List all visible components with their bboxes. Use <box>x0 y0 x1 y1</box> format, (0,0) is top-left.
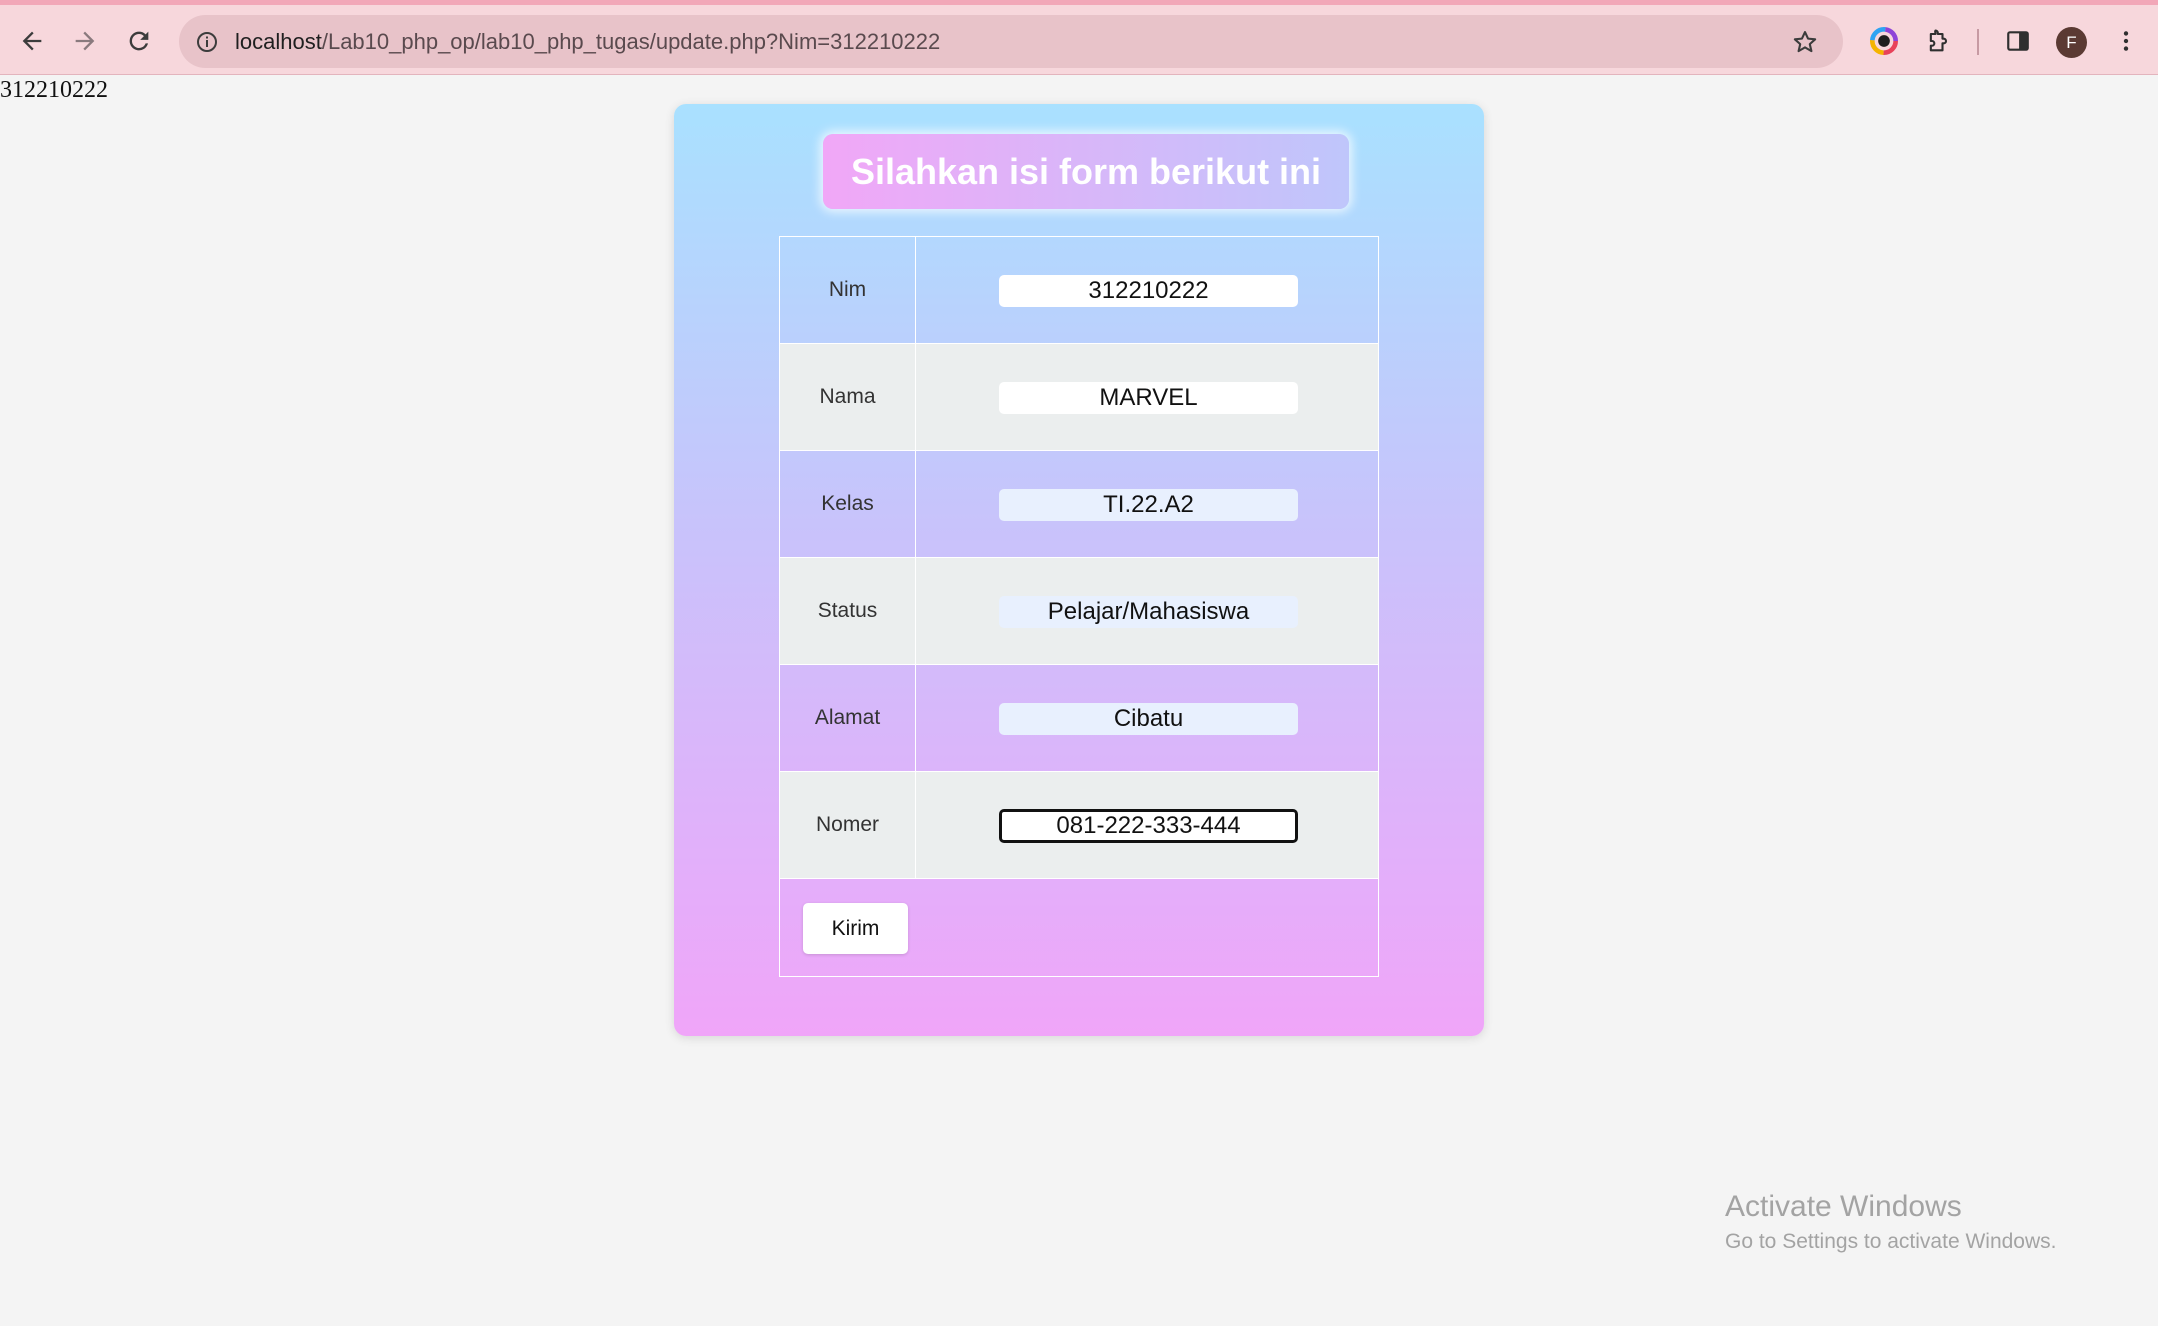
watermark-subtitle: Go to Settings to activate Windows. <box>1725 1230 2057 1253</box>
form-row-nama: Nama <box>780 344 1378 451</box>
forward-button[interactable] <box>62 18 108 64</box>
kelas-input[interactable] <box>999 489 1298 521</box>
browser-toolbar: localhost/Lab10_php_op/lab10_php_tugas/u… <box>0 5 2158 75</box>
reload-button[interactable] <box>116 18 162 64</box>
alamat-input[interactable] <box>999 703 1298 735</box>
back-button[interactable] <box>9 18 55 64</box>
form-row-nomer: Nomer <box>780 772 1378 879</box>
forward-arrow-icon <box>75 31 95 51</box>
watermark-title: Activate Windows <box>1725 1190 1962 1223</box>
site-info-icon[interactable] <box>191 26 223 58</box>
status-label: Status <box>780 558 916 664</box>
form-row-kelas: Kelas <box>780 451 1378 558</box>
kebab-menu-icon[interactable] <box>2108 23 2144 59</box>
star-icon[interactable] <box>1789 26 1821 58</box>
alamat-label: Alamat <box>780 665 916 771</box>
url-path: /Lab10_php_op/lab10_php_tugas/update.php… <box>321 29 941 54</box>
nama-input[interactable] <box>999 382 1298 414</box>
back-arrow-icon <box>22 31 42 51</box>
kirim-button[interactable]: Kirim <box>803 903 908 954</box>
nim-label: Nim <box>780 237 916 343</box>
kelas-label: Kelas <box>780 451 916 557</box>
toolbar-divider <box>1977 29 1979 55</box>
update-form-card: Silahkan isi form berikut ini Nim Nama K… <box>674 104 1484 1036</box>
address-bar[interactable]: localhost/Lab10_php_op/lab10_php_tugas/u… <box>179 15 1843 68</box>
color-wheel-icon[interactable] <box>1866 23 1902 59</box>
nama-label: Nama <box>780 344 916 450</box>
status-input[interactable] <box>999 596 1298 628</box>
reload-icon <box>129 31 149 51</box>
form-title: Silahkan isi form berikut ini <box>823 134 1349 209</box>
form-row-submit: Kirim <box>780 879 1378 976</box>
form-row-status: Status <box>780 558 1378 665</box>
nomer-input[interactable] <box>999 809 1298 843</box>
activate-windows-watermark: Activate Windows Go to Settings to activ… <box>1725 1190 2057 1254</box>
nim-input[interactable] <box>999 275 1298 307</box>
echoed-nim-text: 312210222 <box>0 77 108 103</box>
form-table: Nim Nama Kelas Status Alamat Nomer Kirim <box>779 236 1379 977</box>
form-row-alamat: Alamat <box>780 665 1378 772</box>
url-text: localhost/Lab10_php_op/lab10_php_tugas/u… <box>235 29 940 55</box>
side-panel-icon[interactable] <box>2000 23 2036 59</box>
profile-avatar[interactable]: F <box>2056 27 2087 58</box>
puzzle-icon[interactable] <box>1921 23 1957 59</box>
form-row-nim: Nim <box>780 237 1378 344</box>
nomer-label: Nomer <box>780 772 916 878</box>
url-host: localhost <box>235 29 322 54</box>
